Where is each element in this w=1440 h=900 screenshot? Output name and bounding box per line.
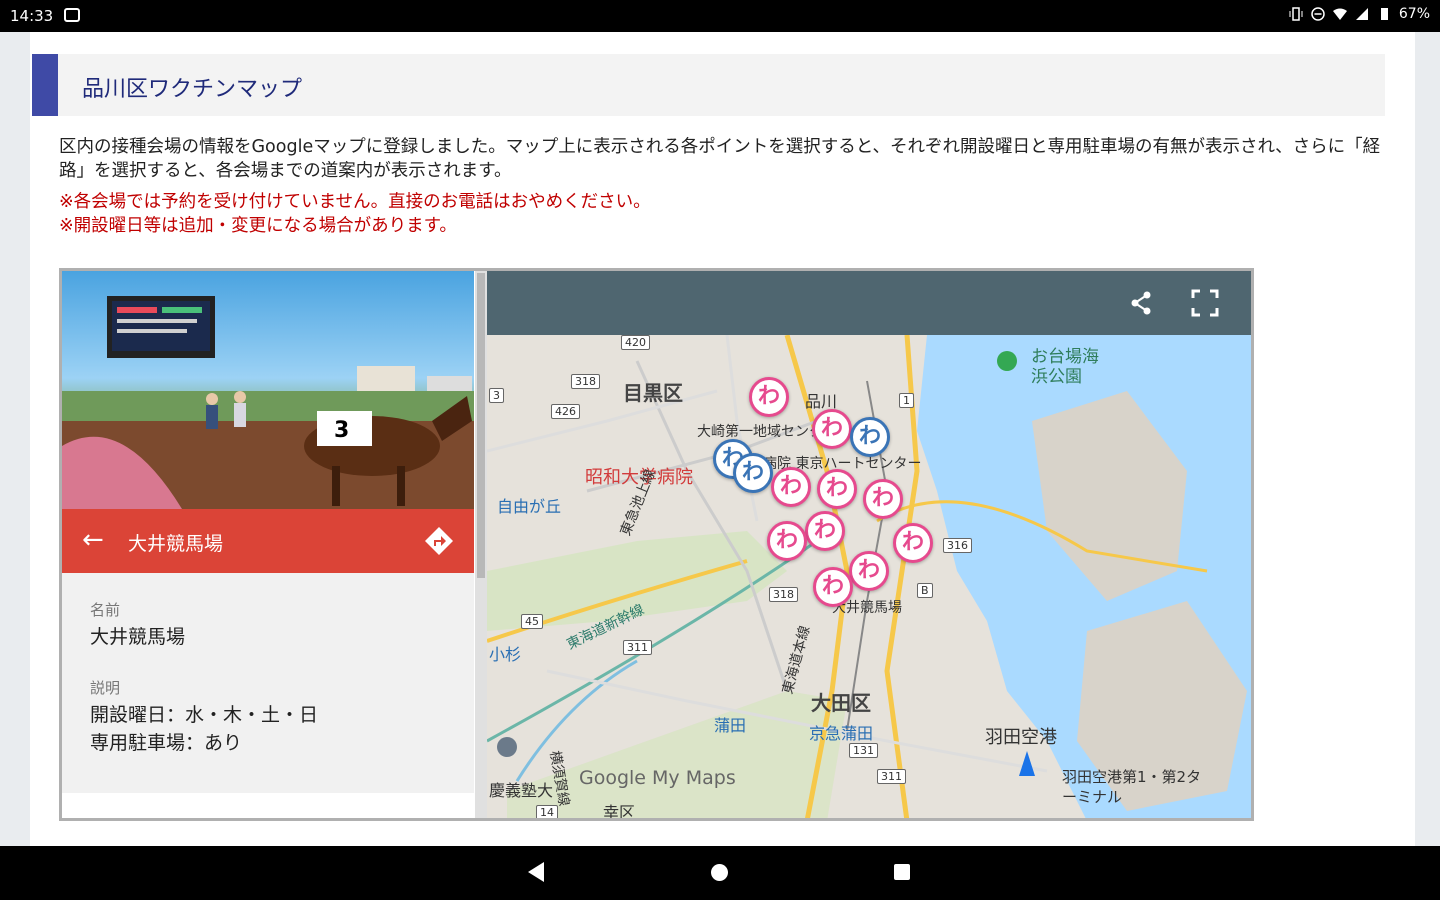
name-label: 名前 xyxy=(90,601,121,619)
map-label-odaiba: お台場海浜公園 xyxy=(1031,347,1099,387)
dnd-icon xyxy=(1311,7,1325,21)
place-header-name: 大井競馬場 xyxy=(128,533,224,555)
battery-percent: 67% xyxy=(1398,6,1430,22)
battery-icon xyxy=(1380,8,1388,20)
section-header: 品川区ワクチンマップ xyxy=(32,54,1385,116)
google-my-maps-watermark: Google My Maps xyxy=(579,767,736,789)
back-arrow-icon[interactable]: ← xyxy=(82,525,104,555)
vaccine-site-marker[interactable]: わ xyxy=(749,377,789,417)
place-details: 名前 大井競馬場 説明 開設曜日：水・木・土・日 専用駐車場：あり xyxy=(62,573,474,793)
vaccine-site-marker[interactable]: わ xyxy=(817,469,857,509)
route-shield: 318 xyxy=(769,587,798,602)
description-line-days: 開設曜日：水・木・土・日 xyxy=(90,704,319,726)
signal-icon xyxy=(1355,8,1368,20)
vaccine-site-marker[interactable]: わ xyxy=(893,523,933,563)
route-shield: 311 xyxy=(877,769,906,784)
route-shield: 3 xyxy=(489,388,504,403)
map-canvas[interactable]: 目黒区 品川 お台場海浜公園 大崎第一地域センター 大崎病院 東京ハートセンター… xyxy=(487,271,1251,821)
scrollbar-thumb[interactable] xyxy=(477,273,485,578)
map-label-jiyugaoka: 自由が丘 xyxy=(497,497,562,516)
route-shield: 14 xyxy=(536,805,558,818)
route-shield: 131 xyxy=(849,743,878,758)
route-shield: 420 xyxy=(621,335,650,350)
map-label-gijuku: 慶義塾大 xyxy=(489,781,554,800)
vaccine-site-marker[interactable]: わ xyxy=(767,521,807,561)
name-value: 大井競馬場 xyxy=(90,626,186,648)
route-shield: 426 xyxy=(551,404,580,419)
note-schedule-change: ※開設曜日等は追加・変更になる場合があります。 xyxy=(59,216,457,236)
vaccine-site-marker[interactable]: わ xyxy=(733,453,773,493)
route-shield: 316 xyxy=(943,538,972,553)
section-accent-bar xyxy=(32,54,58,116)
map-label-haneda: 羽田空港 xyxy=(985,727,1057,748)
android-nav-bar xyxy=(0,846,1440,900)
nav-back-icon[interactable] xyxy=(528,862,544,882)
intro-paragraph: 区内の接種会場の情報をGoogleマップに登録しました。マップ上に表示される各ポ… xyxy=(59,137,1381,181)
vaccine-site-marker[interactable]: わ xyxy=(771,467,811,507)
vaccine-site-marker[interactable]: わ xyxy=(863,479,903,519)
description-line-parking: 専用駐車場：あり xyxy=(90,732,243,754)
place-side-panel: 3 ← 大井競馬場 名前 大井競馬場 説明 開設曜日：水・木・土・日 専用駐車場… xyxy=(62,271,477,818)
map-label-kamata: 蒲田 xyxy=(714,716,747,735)
section-title: 品川区ワクチンマップ xyxy=(82,77,303,102)
map-label-ota: 大田区 xyxy=(811,691,871,715)
nav-recents-icon[interactable] xyxy=(894,864,910,880)
vaccine-site-marker[interactable]: わ xyxy=(850,417,890,457)
status-icons: 67% xyxy=(1289,6,1430,22)
status-time: 14:33 xyxy=(10,7,54,25)
nav-home-icon[interactable] xyxy=(711,864,728,881)
route-shield: 1 xyxy=(899,393,914,408)
vaccine-site-marker[interactable]: わ xyxy=(805,511,845,551)
map-label-keikyu-kamata: 京急蒲田 xyxy=(809,724,874,743)
my-maps-embed[interactable]: 3 ← 大井競馬場 名前 大井競馬場 説明 開設曜日：水・木・土・日 専用駐車場… xyxy=(59,268,1254,821)
route-shield: 45 xyxy=(521,614,543,629)
route-shield: 311 xyxy=(623,640,652,655)
map-label-kosugi: 小杉 xyxy=(489,645,522,664)
place-photo[interactable]: 3 xyxy=(62,271,474,509)
place-header: ← 大井競馬場 xyxy=(62,509,474,573)
vibrate-icon xyxy=(1289,7,1303,21)
vaccine-site-marker[interactable]: わ xyxy=(813,567,853,607)
side-panel-scrollbar[interactable] xyxy=(475,271,487,818)
directions-icon[interactable] xyxy=(424,526,454,556)
page-content: 品川区ワクチンマップ 区内の接種会場の情報をGoogleマップに登録しました。マ… xyxy=(30,32,1415,846)
route-shield: B xyxy=(917,583,933,598)
route-shield: 318 xyxy=(571,374,600,389)
notification-icon xyxy=(64,8,80,22)
share-icon[interactable] xyxy=(1127,289,1155,317)
fullscreen-icon[interactable] xyxy=(1191,289,1219,317)
map-label-saiwai: 幸区 xyxy=(603,803,636,821)
vaccine-site-marker[interactable]: わ xyxy=(812,409,852,449)
map-toolbar xyxy=(487,271,1251,335)
map-label-meguro: 目黒区 xyxy=(623,381,683,405)
description-label: 説明 xyxy=(90,679,121,697)
wifi-icon xyxy=(1332,8,1347,20)
svg-text:3: 3 xyxy=(334,418,349,443)
note-no-reservation: ※各会場では予約を受け付けていません。直接のお電話はおやめください。 xyxy=(59,192,651,212)
map-label-haneda-terminal: 羽田空港第1・第2ターミナル xyxy=(1062,768,1202,806)
status-bar: 14:33 67% xyxy=(0,0,1440,32)
vaccine-site-marker[interactable]: わ xyxy=(849,551,889,591)
